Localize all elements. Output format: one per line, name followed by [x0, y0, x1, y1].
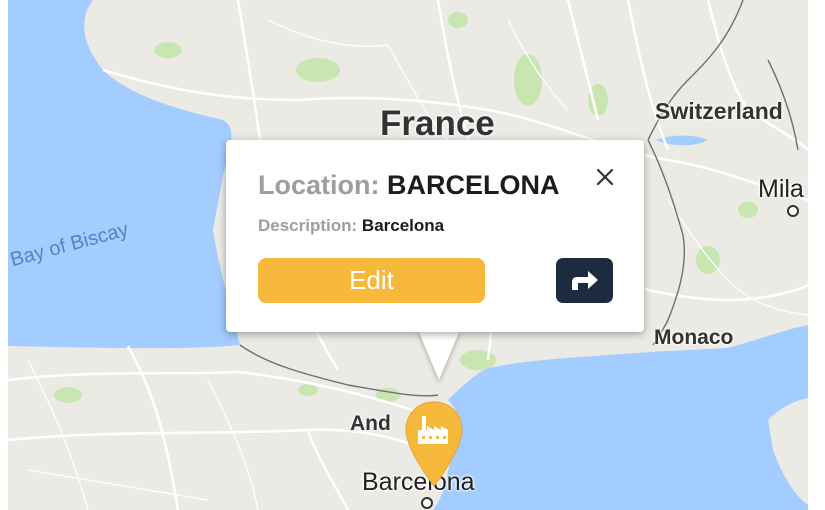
milan-city-dot — [787, 205, 799, 217]
map-marker[interactable] — [403, 400, 465, 490]
description-label: Description: — [258, 216, 358, 235]
label-france: France — [380, 104, 495, 143]
edit-button[interactable]: Edit — [258, 258, 485, 303]
location-popup: Location: BARCELONA Description: Barcelo… — [226, 140, 644, 332]
popup-pointer — [418, 330, 460, 380]
label-milan: Mila — [758, 175, 804, 203]
app-frame: France Switzerland Mila Bay of Biscay Mo… — [0, 0, 825, 510]
directions-arrow-icon — [572, 271, 598, 290]
barcelona-city-dot — [421, 497, 433, 509]
label-switzerland: Switzerland — [655, 98, 783, 124]
label-andorra: And — [350, 412, 391, 435]
location-label: Location: — [258, 170, 380, 200]
description-value: Barcelona — [361, 216, 445, 235]
label-monaco: Monaco — [654, 326, 734, 349]
map-view[interactable]: France Switzerland Mila Bay of Biscay Mo… — [8, 0, 808, 510]
location-title: Location: BARCELONA — [258, 170, 560, 201]
close-icon — [596, 168, 614, 186]
close-button[interactable] — [590, 162, 620, 192]
description-row: Description: Barcelona — [258, 216, 444, 236]
directions-button[interactable] — [556, 258, 613, 303]
location-value: BARCELONA — [387, 170, 560, 200]
